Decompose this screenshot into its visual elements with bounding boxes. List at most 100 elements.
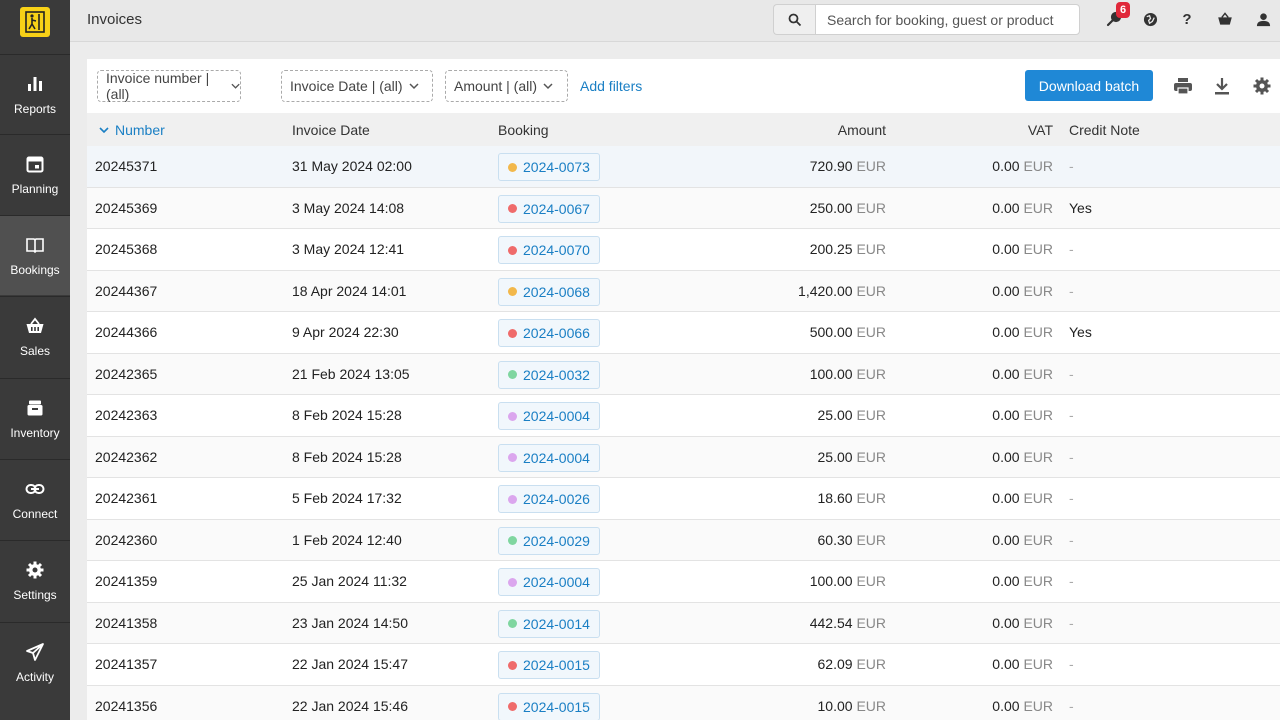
- filter-label: Amount | (all): [454, 78, 537, 94]
- sidebar-item-sales[interactable]: Sales: [0, 296, 70, 376]
- chevron-down-icon: [543, 83, 553, 90]
- notification-badge: 6: [1116, 2, 1130, 18]
- search-input[interactable]: [815, 4, 1080, 35]
- table-row[interactable]: 20242365 21 Feb 2024 13:05 2024-0032 100…: [87, 353, 1280, 395]
- booking-link[interactable]: 2024-0014: [498, 609, 600, 638]
- table-row[interactable]: 20242363 8 Feb 2024 15:28 2024-0004 25.0…: [87, 395, 1280, 437]
- invoice-date: 25 Jan 2024 11:32: [292, 573, 407, 589]
- booking-link[interactable]: 2024-0026: [498, 485, 600, 513]
- settings-gear-icon[interactable]: [1251, 75, 1273, 97]
- sidebar-item-bookings[interactable]: Bookings: [0, 215, 70, 295]
- vat-number: 0.00: [992, 407, 1020, 423]
- booking-number: 2024-0004: [523, 449, 590, 466]
- booking-number: 2024-0032: [523, 366, 590, 383]
- app-logo[interactable]: [0, 0, 70, 44]
- booking-link[interactable]: 2024-0004: [498, 443, 600, 472]
- filter-label: Invoice Date | (all): [290, 78, 403, 94]
- booking-link[interactable]: 2024-0015: [498, 651, 600, 679]
- chevron-down-icon: [231, 83, 240, 89]
- vat-value: 0.00 EUR: [992, 158, 1053, 174]
- currency: EUR: [856, 614, 886, 631]
- sidebar-item-connect[interactable]: Connect: [0, 459, 70, 539]
- currency: EUR: [856, 158, 886, 174]
- booking-link[interactable]: 2024-0070: [498, 236, 600, 264]
- invoice-number: 20244366: [95, 324, 158, 340]
- credit-note: -: [1069, 656, 1074, 672]
- vat-number: 0.00: [992, 158, 1020, 174]
- booking-number: 2024-0004: [523, 408, 590, 424]
- table-row[interactable]: 20244367 18 Apr 2024 14:01 2024-0068 1,4…: [87, 270, 1280, 312]
- column-credit-note[interactable]: Credit Note: [1069, 122, 1140, 138]
- sidebar-item-reports[interactable]: Reports: [0, 54, 70, 134]
- status-dot: [508, 453, 517, 462]
- search-icon: [788, 13, 801, 26]
- booking-number: 2024-0015: [523, 657, 590, 673]
- filter-amount[interactable]: Amount | (all): [445, 70, 568, 102]
- amount-value: 60.30 EUR: [818, 532, 887, 548]
- search-button[interactable]: [773, 4, 815, 35]
- currency: EUR: [1023, 365, 1053, 382]
- table-row[interactable]: 20241359 25 Jan 2024 11:32 2024-0004 100…: [87, 561, 1280, 603]
- print-icon[interactable]: [1172, 75, 1194, 97]
- table-row[interactable]: 20241358 23 Jan 2024 14:50 2024-0014 442…: [87, 602, 1280, 644]
- column-vat[interactable]: VAT: [1028, 122, 1053, 138]
- invoice-date: 1 Feb 2024 12:40: [292, 531, 402, 548]
- booking-link[interactable]: 2024-0004: [498, 568, 600, 596]
- amount-number: 25.00: [817, 448, 853, 465]
- globe-icon[interactable]: [1140, 9, 1160, 29]
- invoice-number: 20241356: [95, 697, 158, 714]
- table-row[interactable]: 20244366 9 Apr 2024 22:30 2024-0066 500.…: [87, 312, 1280, 354]
- book-icon: [26, 237, 44, 253]
- help-icon[interactable]: ?: [1177, 9, 1197, 29]
- amount-number: 500.00: [809, 324, 853, 340]
- vat-value: 0.00 EUR: [992, 698, 1053, 714]
- bar-chart-icon: [28, 76, 42, 91]
- booking-link[interactable]: 2024-0066: [498, 319, 600, 347]
- filter-invoice-number[interactable]: Invoice number | (all): [97, 70, 241, 102]
- download-batch-button[interactable]: Download batch: [1025, 70, 1153, 101]
- credit-note: -: [1069, 241, 1074, 257]
- booking-link[interactable]: 2024-0029: [498, 526, 600, 555]
- vat-number: 0.00: [992, 573, 1020, 589]
- sidebar-item-activity[interactable]: Activity: [0, 622, 70, 702]
- booking-link[interactable]: 2024-0032: [498, 360, 600, 389]
- currency: EUR: [1023, 282, 1053, 299]
- table-row[interactable]: 20242360 1 Feb 2024 12:40 2024-0029 60.3…: [87, 519, 1280, 561]
- table-row[interactable]: 20242362 8 Feb 2024 15:28 2024-0004 25.0…: [87, 436, 1280, 478]
- table-row[interactable]: 20245368 3 May 2024 12:41 2024-0070 200.…: [87, 229, 1280, 271]
- booking-link[interactable]: 2024-0015: [498, 692, 600, 720]
- table-row[interactable]: 20241356 22 Jan 2024 15:46 2024-0015 10.…: [87, 685, 1280, 720]
- logo-icon: [20, 7, 50, 37]
- sidebar-item-planning[interactable]: Planning: [0, 134, 70, 214]
- table-header: Number Invoice Date Booking Amount VAT C…: [87, 113, 1280, 146]
- add-filters-link[interactable]: Add filters: [580, 78, 642, 94]
- download-icon[interactable]: [1211, 75, 1233, 97]
- sidebar-item-inventory[interactable]: Inventory: [0, 378, 70, 458]
- sidebar: Reports Planning Bookings Sales Inventor…: [0, 0, 70, 720]
- booking-link[interactable]: 2024-0004: [498, 402, 600, 430]
- column-amount[interactable]: Amount: [838, 122, 886, 138]
- booking-link[interactable]: 2024-0068: [498, 277, 600, 306]
- sidebar-item-label: Sales: [19, 343, 51, 358]
- table-row[interactable]: 20242361 5 Feb 2024 17:32 2024-0026 18.6…: [87, 478, 1280, 520]
- booking-link[interactable]: 2024-0073: [498, 153, 600, 181]
- column-invoice-date[interactable]: Invoice Date: [292, 122, 370, 138]
- filter-invoice-date[interactable]: Invoice Date | (all): [281, 70, 433, 102]
- vat-number: 0.00: [992, 448, 1020, 465]
- basket-icon[interactable]: [1215, 9, 1235, 29]
- sidebar-item-settings[interactable]: Settings: [0, 540, 70, 620]
- credit-note: -: [1069, 448, 1074, 465]
- vat-number: 0.00: [992, 199, 1020, 216]
- column-booking[interactable]: Booking: [498, 122, 549, 138]
- booking-link[interactable]: 2024-0067: [498, 194, 600, 223]
- amount-number: 100.00: [809, 573, 853, 589]
- table-row[interactable]: 20241357 22 Jan 2024 15:47 2024-0015 62.…: [87, 644, 1280, 686]
- amount-number: 60.30: [817, 531, 853, 548]
- table-row[interactable]: 20245371 31 May 2024 02:00 2024-0073 720…: [87, 146, 1280, 188]
- amount-number: 720.90: [809, 158, 853, 174]
- column-number[interactable]: Number: [99, 122, 165, 138]
- vat-number: 0.00: [992, 614, 1020, 631]
- user-icon[interactable]: [1253, 9, 1273, 29]
- table-row[interactable]: 20245369 3 May 2024 14:08 2024-0067 250.…: [87, 187, 1280, 229]
- status-dot: [508, 370, 517, 379]
